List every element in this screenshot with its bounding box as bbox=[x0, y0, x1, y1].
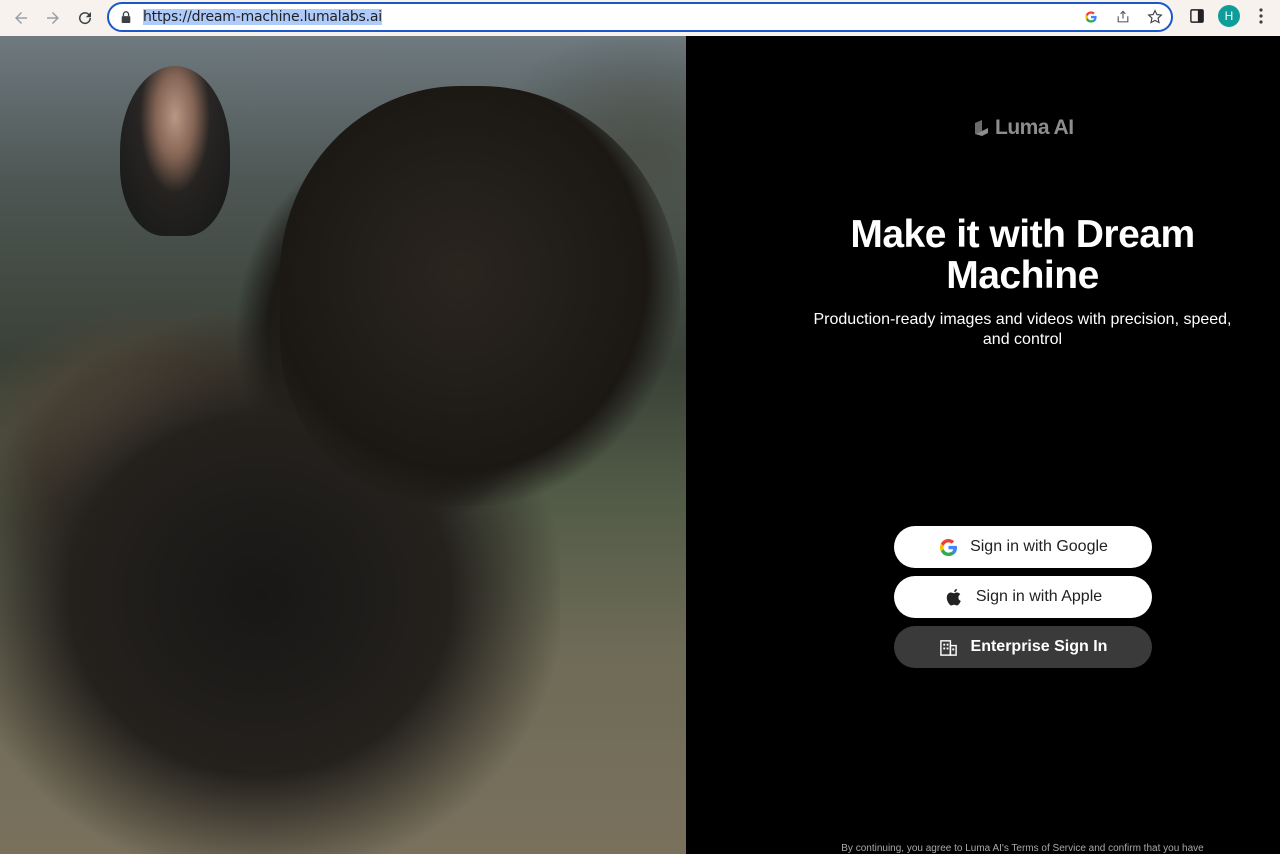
google-signin-button[interactable]: Sign in with Google bbox=[894, 526, 1152, 568]
enterprise-signin-button[interactable]: Enterprise Sign In bbox=[894, 626, 1152, 668]
address-bar[interactable]: https://dream-machine.lumalabs.ai bbox=[107, 2, 1173, 32]
logo-text: Luma AI bbox=[995, 116, 1074, 139]
side-panel-icon[interactable] bbox=[1188, 7, 1206, 25]
signin-panel: Luma AI Make it with Dream Machine Produ… bbox=[686, 36, 1280, 854]
share-icon[interactable] bbox=[1113, 7, 1133, 27]
url-text[interactable]: https://dream-machine.lumalabs.ai bbox=[143, 9, 382, 25]
kebab-menu-icon[interactable] bbox=[1252, 5, 1270, 27]
luma-logo-icon bbox=[975, 120, 988, 136]
bookmark-star-icon[interactable] bbox=[1145, 7, 1165, 27]
legal-disclaimer: By continuing, you agree to Luma AI's Te… bbox=[841, 843, 1204, 854]
google-icon bbox=[938, 537, 958, 557]
enterprise-signin-label: Enterprise Sign In bbox=[970, 638, 1108, 655]
back-icon[interactable] bbox=[5, 2, 37, 34]
building-icon bbox=[939, 637, 959, 657]
rider-figure-shape bbox=[120, 66, 230, 236]
reload-icon[interactable] bbox=[69, 2, 101, 34]
hero-video-image bbox=[0, 36, 686, 854]
google-signin-label: Sign in with Google bbox=[970, 538, 1108, 555]
luma-logo: Luma AI bbox=[973, 116, 1074, 140]
bear-head-shape bbox=[280, 86, 680, 506]
profile-avatar[interactable]: H bbox=[1218, 5, 1240, 27]
browser-toolbar: https://dream-machine.lumalabs.ai H bbox=[0, 0, 1280, 36]
apple-icon bbox=[944, 587, 964, 607]
page-title: Make it with Dream Machine bbox=[850, 213, 1195, 297]
apple-signin-label: Sign in with Apple bbox=[975, 588, 1103, 605]
lock-icon[interactable] bbox=[119, 10, 133, 24]
google-lens-icon[interactable] bbox=[1081, 7, 1101, 27]
apple-signin-button[interactable]: Sign in with Apple bbox=[894, 576, 1152, 618]
forward-icon[interactable] bbox=[37, 2, 69, 34]
page-subtitle: Production-ready images and videos with … bbox=[813, 311, 1232, 348]
